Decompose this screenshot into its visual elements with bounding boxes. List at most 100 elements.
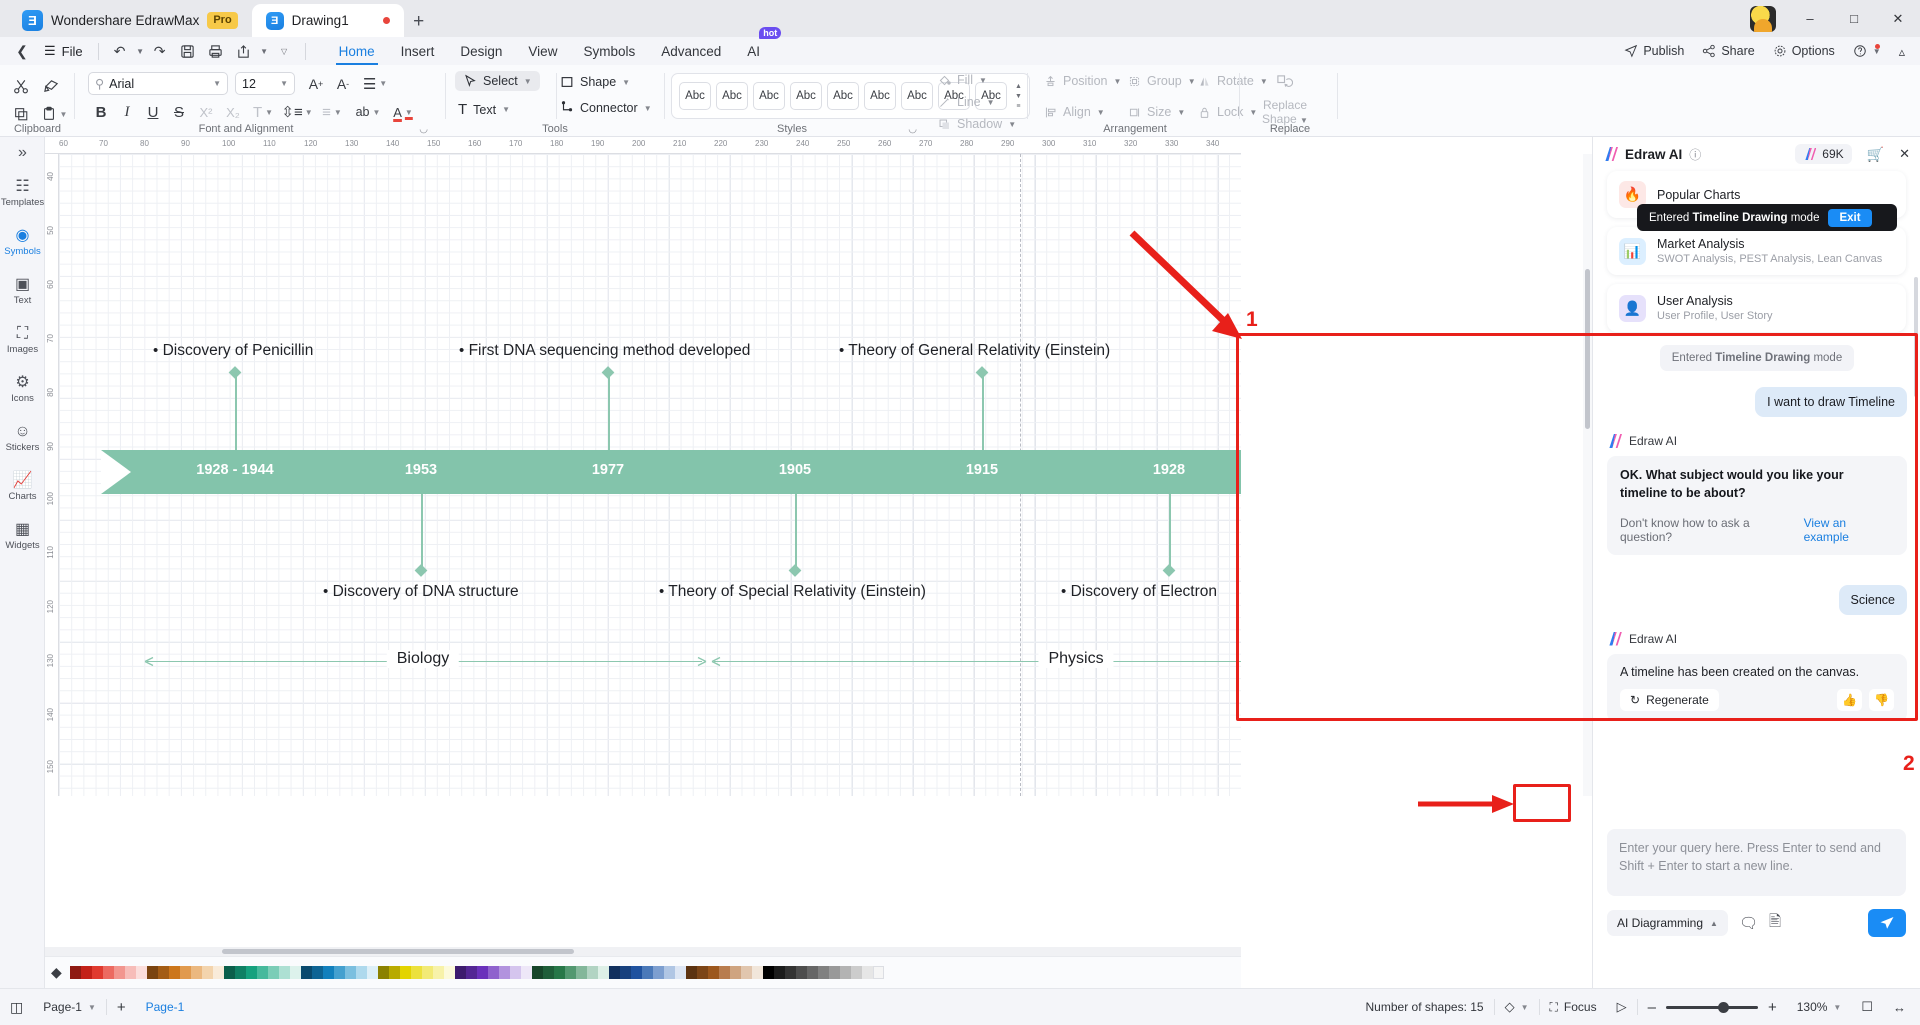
color-swatch[interactable] <box>223 966 235 979</box>
styles-dialog-launcher[interactable]: ◡ <box>908 124 917 135</box>
color-swatch[interactable] <box>124 966 136 979</box>
close-button[interactable]: ✕ <box>1876 0 1920 37</box>
era-label-physics[interactable]: Physics <box>1038 650 1114 668</box>
strikethrough-button[interactable]: S <box>168 101 190 123</box>
ribbon-tab-advanced[interactable]: Advanced <box>661 37 721 65</box>
color-swatch[interactable] <box>762 966 774 979</box>
color-swatch[interactable] <box>311 966 323 979</box>
query-input[interactable]: Enter your query here. Press Enter to se… <box>1607 829 1906 896</box>
cut-button[interactable] <box>8 73 34 99</box>
decrease-font-size-button[interactable]: A- <box>331 72 355 95</box>
ribbon-tab-design[interactable]: Design <box>460 37 502 65</box>
position-button[interactable]: Position ▼ <box>1044 74 1121 88</box>
color-swatch[interactable] <box>366 966 378 979</box>
suggestion-card-market-analysis[interactable]: 📊 Market Analysis SWOT Analysis, PEST An… <box>1607 227 1906 275</box>
timeline-date[interactable]: 1977 <box>592 462 624 478</box>
fill-color-picker-icon[interactable]: ◆ <box>51 964 62 981</box>
color-swatch[interactable] <box>410 966 422 979</box>
timeline-marker[interactable] <box>228 366 242 379</box>
color-swatch[interactable] <box>795 966 807 979</box>
color-swatch[interactable] <box>256 966 268 979</box>
color-swatch[interactable] <box>377 966 389 979</box>
fill-button[interactable]: Fill ▼ <box>938 73 987 87</box>
color-swatch[interactable] <box>707 966 719 979</box>
app-tab[interactable]: Ǝ Wondershare EdrawMax Pro <box>0 4 252 37</box>
color-swatch[interactable] <box>597 966 609 979</box>
style-swatch[interactable]: Abc <box>716 82 748 110</box>
color-swatch[interactable] <box>113 966 125 979</box>
focus-mode-button[interactable]: ⛶ Focus <box>1540 1000 1607 1015</box>
ribbon-tab-view[interactable]: View <box>528 37 557 65</box>
collapse-ribbon-button[interactable]: ▵ <box>1892 42 1912 61</box>
color-swatch[interactable] <box>278 966 290 979</box>
bold-button[interactable]: B <box>90 101 112 123</box>
color-swatch[interactable] <box>245 966 257 979</box>
timeline-date[interactable]: 1915 <box>966 462 998 478</box>
color-swatch[interactable] <box>817 966 829 979</box>
credits-pill[interactable]: 69K <box>1795 144 1852 164</box>
color-swatch[interactable] <box>388 966 400 979</box>
style-swatch[interactable]: Abc <box>827 82 859 110</box>
color-palette-bar[interactable]: ◆ <box>45 956 1241 988</box>
color-swatch[interactable] <box>564 966 576 979</box>
group-button[interactable]: Group ▼ <box>1128 74 1196 88</box>
canvas-horizontal-scrollbar[interactable] <box>45 947 1241 956</box>
color-swatch[interactable] <box>718 966 730 979</box>
timeline-event-label[interactable]: • Discovery of DNA structure <box>323 583 519 601</box>
color-swatch[interactable] <box>344 966 356 979</box>
color-swatch[interactable] <box>421 966 433 979</box>
view-example-link[interactable]: View an example <box>1804 516 1894 544</box>
era-label-biology[interactable]: Biology <box>386 650 460 668</box>
timeline-date[interactable]: 1928 - 1944 <box>196 462 273 478</box>
color-swatch[interactable] <box>465 966 477 979</box>
ai-mode-select[interactable]: AI Diagramming ▲ <box>1607 910 1728 936</box>
color-swatch[interactable] <box>850 966 862 979</box>
color-swatch[interactable] <box>553 966 565 979</box>
options-button[interactable]: Options <box>1766 42 1842 60</box>
ribbon-tab-insert[interactable]: Insert <box>401 37 435 65</box>
timeline-date[interactable]: 1928 <box>1153 462 1185 478</box>
color-swatch[interactable] <box>234 966 246 979</box>
color-swatch[interactable] <box>839 966 851 979</box>
color-swatch[interactable] <box>575 966 587 979</box>
shape-tool-button[interactable]: Shape ▼ <box>560 75 630 89</box>
color-swatch[interactable] <box>685 966 697 979</box>
color-swatch[interactable] <box>322 966 334 979</box>
color-swatch[interactable] <box>696 966 708 979</box>
color-swatch[interactable] <box>619 966 631 979</box>
superscript-button[interactable]: X² <box>194 101 218 123</box>
font-family-select[interactable]: ⚲ Arial ▼ <box>88 72 228 95</box>
ribbon-tab-ai[interactable]: AI hot <box>747 27 782 65</box>
color-swatch[interactable] <box>784 966 796 979</box>
color-swatch[interactable] <box>740 966 752 979</box>
fit-width-button[interactable]: ↔ <box>1883 1000 1920 1015</box>
file-menu-button[interactable]: ☰ File <box>36 43 91 59</box>
font-size-select[interactable]: 12 ▼ <box>235 72 295 95</box>
color-swatch[interactable] <box>487 966 499 979</box>
bullet-list-button[interactable]: ≡ ▼ <box>316 101 348 123</box>
line-spacing-button[interactable]: ⇳≡ ▼ <box>281 101 313 123</box>
color-swatch[interactable] <box>443 966 455 979</box>
increase-font-size-button[interactable]: A + <box>304 72 328 95</box>
timeline-marker[interactable] <box>788 564 802 577</box>
timeline-marker[interactable] <box>975 366 989 379</box>
color-swatch[interactable] <box>102 966 114 979</box>
dock-item-templates[interactable]: ☷ Templates <box>0 169 45 218</box>
close-icon[interactable]: ✕ <box>1899 146 1910 162</box>
undo-button[interactable]: ↶ <box>106 39 134 63</box>
align-button[interactable]: Align ▼ <box>1044 105 1105 119</box>
back-button[interactable]: ❮ <box>8 39 36 63</box>
timeline-event-label[interactable]: • Theory of General Relativity (Einstein… <box>839 342 1110 360</box>
share-button[interactable]: Share <box>1695 42 1761 60</box>
font-dialog-launcher[interactable]: ◡ <box>419 124 428 135</box>
undo-caret-icon[interactable]: ▼ <box>134 39 146 63</box>
dock-item-images[interactable]: ⛶ Images <box>0 316 45 365</box>
text-style-button[interactable]: T ▼ <box>248 101 278 123</box>
color-swatch[interactable] <box>157 966 169 979</box>
color-swatch[interactable] <box>630 966 642 979</box>
thumbs-up-icon[interactable]: 👍 <box>1837 688 1862 711</box>
style-swatch[interactable]: Abc <box>790 82 822 110</box>
color-swatch[interactable] <box>333 966 345 979</box>
color-swatch[interactable] <box>531 966 543 979</box>
zoom-level-select[interactable]: 130% ▼ <box>1787 1000 1852 1014</box>
